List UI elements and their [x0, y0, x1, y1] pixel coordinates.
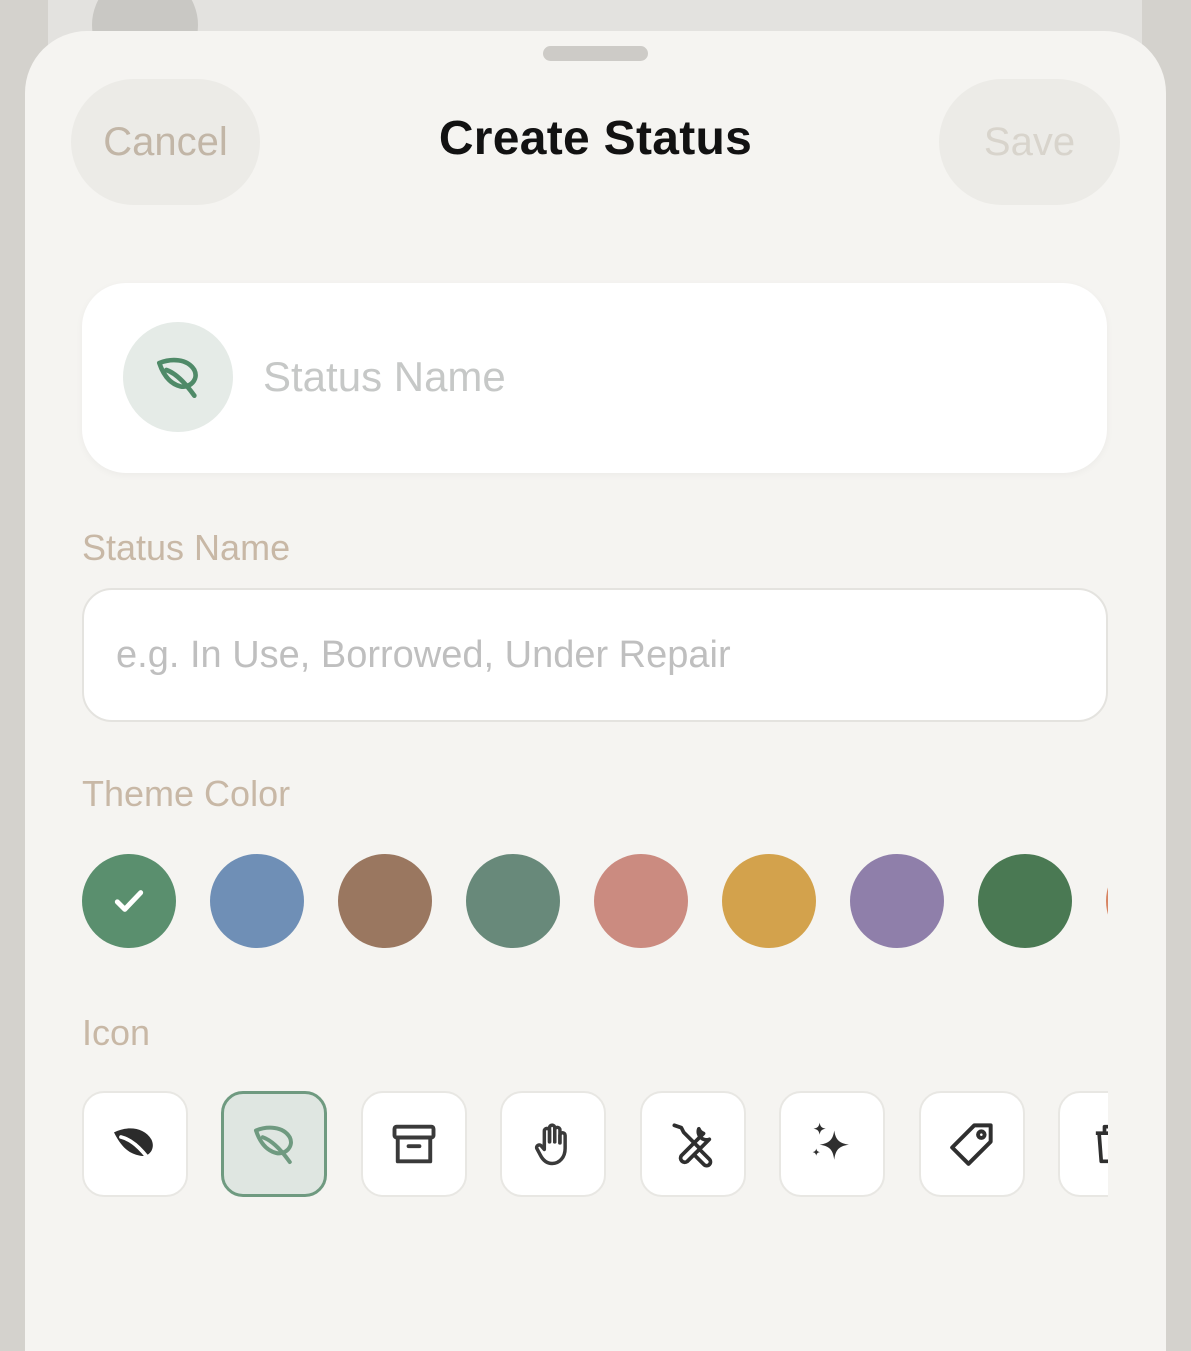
- tools-icon: [672, 1123, 713, 1168]
- status-preview-card: Status Name: [82, 283, 1107, 473]
- status-name-input[interactable]: [82, 588, 1108, 722]
- color-swatch[interactable]: [722, 854, 816, 948]
- leaf-outline-icon: [157, 357, 198, 398]
- icon-option-tools[interactable]: [640, 1091, 746, 1197]
- color-swatch[interactable]: [466, 854, 560, 948]
- checkmark-icon: [114, 890, 144, 912]
- icon-option-hand[interactable]: [500, 1091, 606, 1197]
- preview-status-name: Status Name: [263, 353, 506, 400]
- tag-icon: [950, 1123, 993, 1166]
- preview-avatar: [123, 322, 233, 432]
- icon-option-sparkles[interactable]: [779, 1091, 885, 1197]
- trash-icon: [1095, 1124, 1108, 1164]
- leaf-filled-icon: [114, 1128, 154, 1165]
- save-button[interactable]: Save: [939, 79, 1120, 205]
- icon-option-trash[interactable]: [1058, 1091, 1108, 1197]
- color-swatch[interactable]: [210, 854, 304, 948]
- status-name-label: Status Name: [82, 527, 291, 568]
- color-swatch[interactable]: [338, 854, 432, 948]
- icon-picker-row: [82, 1091, 1108, 1201]
- color-swatch[interactable]: [1106, 854, 1108, 948]
- color-swatch[interactable]: [82, 854, 176, 948]
- icon-option-archive[interactable]: [361, 1091, 467, 1197]
- archive-box-icon: [392, 1124, 436, 1164]
- sparkles-icon: [812, 1122, 849, 1160]
- leaf-outline-icon: [253, 1125, 293, 1165]
- theme-color-swatches: [82, 853, 1108, 949]
- icon-option-leaf-filled[interactable]: [82, 1091, 188, 1197]
- create-status-sheet: Cancel Create Status Save Status Name St…: [25, 31, 1166, 1351]
- icon-label: Icon: [82, 1012, 151, 1053]
- icon-option-leaf-outline[interactable]: [221, 1091, 327, 1197]
- color-swatch[interactable]: [594, 854, 688, 948]
- color-swatch[interactable]: [978, 854, 1072, 948]
- color-swatch[interactable]: [850, 854, 944, 948]
- icon-option-tag[interactable]: [919, 1091, 1025, 1197]
- hand-icon: [534, 1123, 567, 1166]
- sheet-grabber[interactable]: [543, 46, 648, 61]
- theme-color-label: Theme Color: [82, 773, 291, 814]
